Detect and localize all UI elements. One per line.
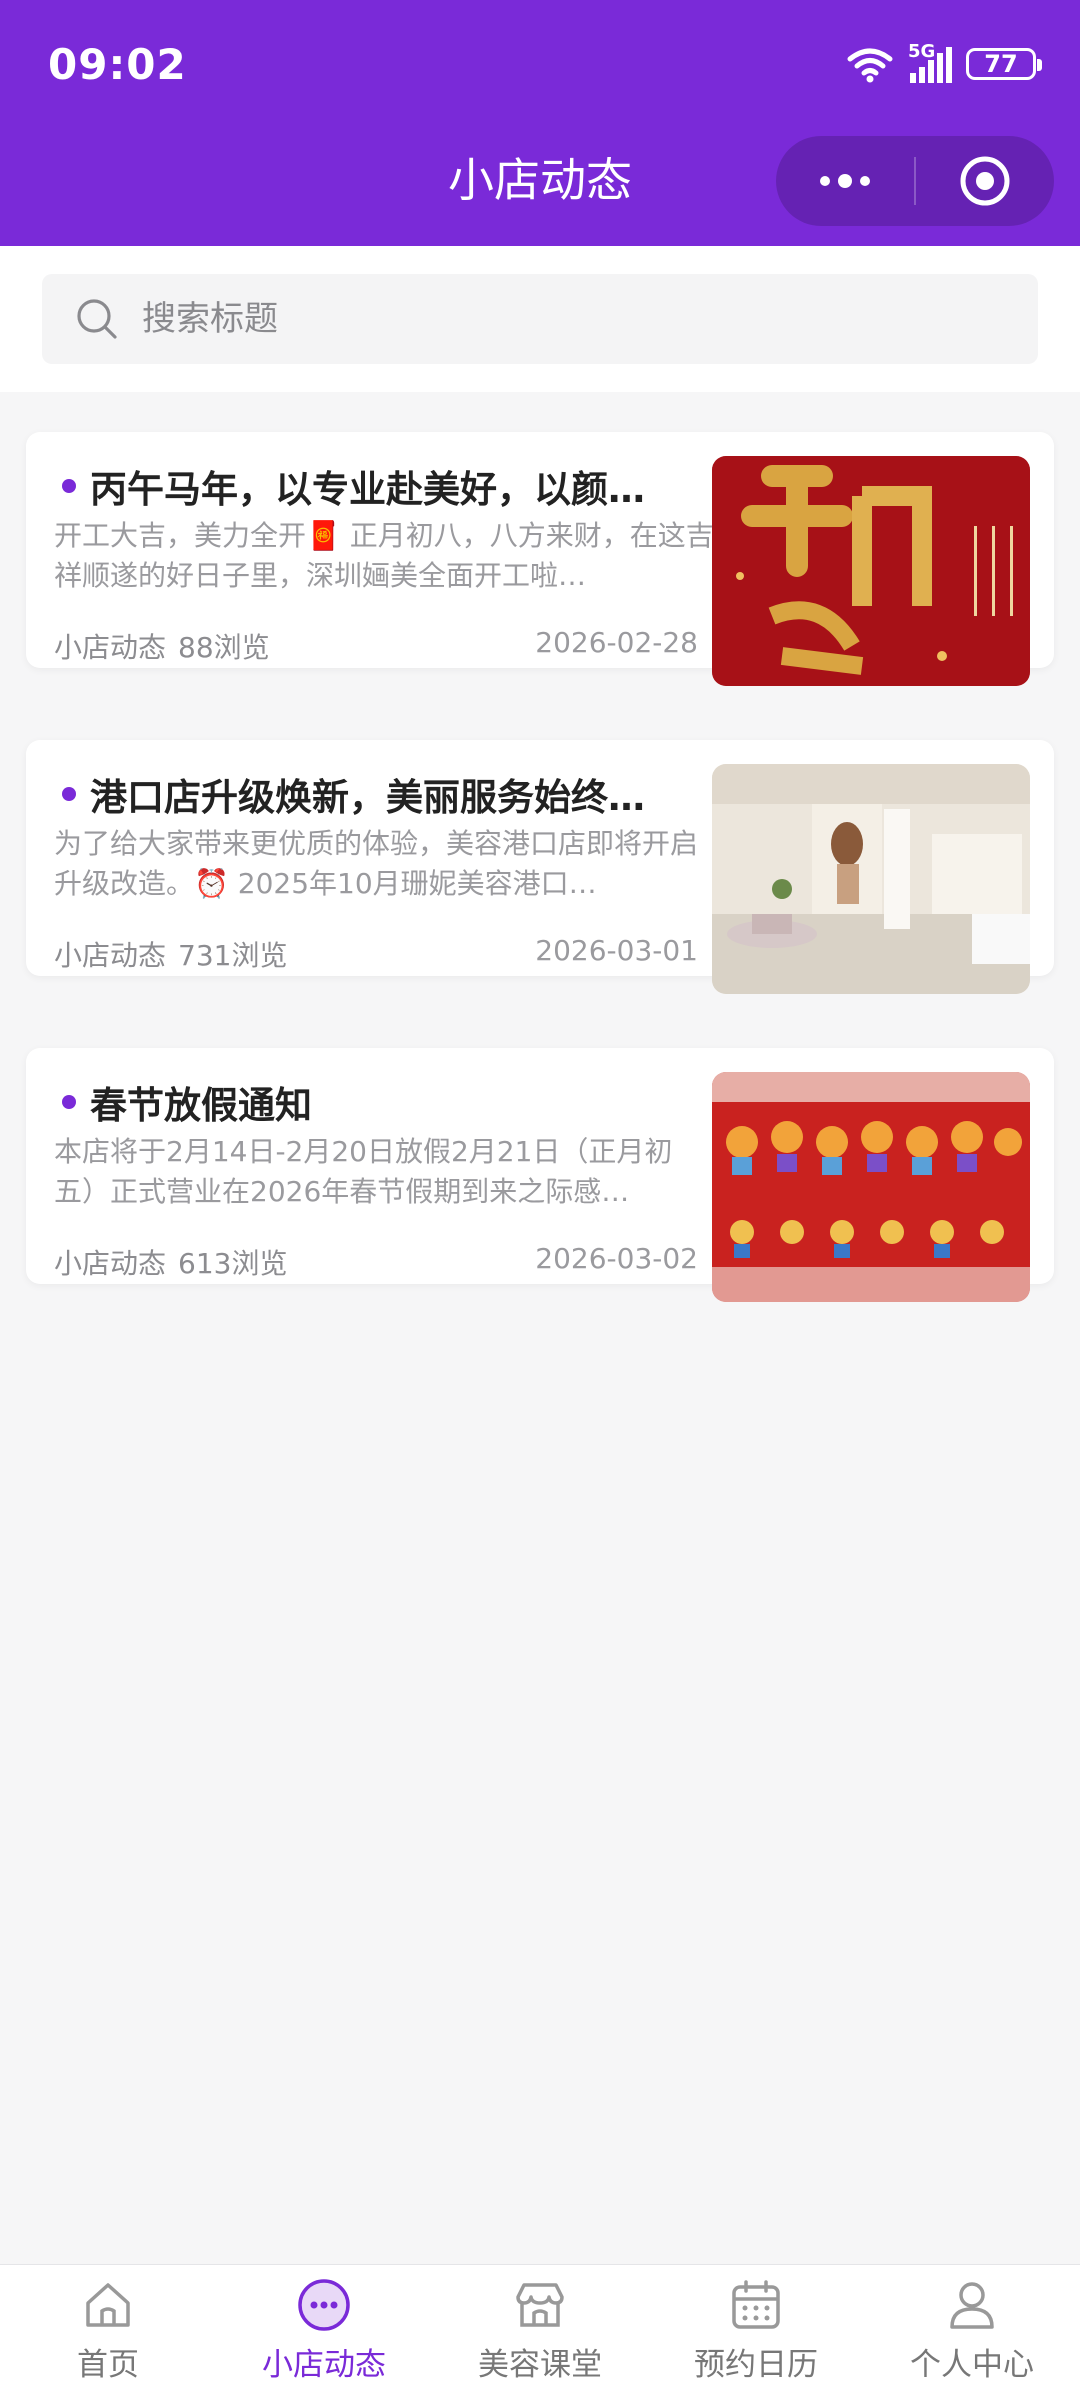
tab-label: 个人中心 [910,2347,1034,2383]
bullet-dot [62,787,76,801]
search-section [0,246,1080,392]
battery-icon: 77 [966,48,1042,80]
article-excerpt: 开工大吉，美力全开🧧 正月初八，八方来财，在这吉祥顺遂的好日子里，深圳婳美全面开… [54,519,714,592]
status-icons: 5G 77 [846,41,1042,84]
target-circle-icon [960,156,1010,206]
article-views: 731浏览 [178,939,288,972]
search-box[interactable] [42,274,1038,364]
store-icon [516,2283,564,2327]
article-views: 88浏览 [178,631,270,664]
article-excerpt: 为了给大家带来更优质的体验，美容港口店即将开启升级改造。⏰ 2025年10月珊妮… [54,827,699,900]
article-card[interactable]: 春节放假通知 本店将于2月14日-2月20日放假2月21日（正月初五）正式营业在… [26,1048,1054,1302]
tab-profile[interactable]: 个人中心 [864,2265,1080,2388]
header-bar: 09:02 5G 77 小店动态 [0,0,1080,246]
more-dots-icon [820,174,870,188]
battery-level: 77 [984,50,1018,78]
tab-beauty-class[interactable]: 美容课堂 [432,2265,648,2388]
tab-label: 预约日历 [694,2347,818,2383]
article-meta: 小店动态 731浏览 [54,934,287,974]
status-time: 09:02 [48,40,187,89]
tab-shop-news[interactable]: 小店动态 [216,2265,432,2388]
tab-label: 小店动态 [262,2347,386,2383]
miniapp-capsule [776,136,1054,226]
article-thumbnail [712,1072,1030,1302]
tab-label: 首页 [77,2347,139,2383]
article-category: 小店动态 [54,631,167,664]
tab-home[interactable]: 首页 [0,2265,216,2388]
article-card[interactable]: 港口店升级焕新，美丽服务始终… 为了给大家带来更优质的体验，美容港口店即将开启升… [26,740,1054,994]
search-icon [77,299,117,339]
article-date: 2026-03-02 [535,1242,698,1275]
wifi-icon [847,48,893,83]
article-title-text: 港口店升级焕新，美丽服务始终… [90,776,645,819]
network-type: 5G [908,41,936,62]
article-title: 港口店升级焕新，美丽服务始终… [62,766,692,822]
article-date: 2026-03-01 [535,934,698,967]
article-thumbnail [712,456,1030,686]
article-excerpt: 本店将于2月14日-2月20日放假2月21日（正月初五）正式营业在2026年春节… [54,1135,673,1208]
bullet-dot [62,1095,76,1109]
article-date: 2026-02-28 [535,626,698,659]
article-title-text: 春节放假通知 [90,1084,312,1127]
search-input[interactable] [140,298,1004,340]
close-miniapp-button[interactable] [916,136,1054,226]
chat-bubble-icon [298,2279,350,2331]
more-options-button[interactable] [776,136,914,226]
article-meta: 小店动态 613浏览 [54,1242,287,1282]
article-category: 小店动态 [54,1247,167,1280]
bottom-tabbar: 首页 小店动态 美容课堂 预约日历 个人中心 [0,2264,1080,2388]
home-icon [86,2283,130,2327]
article-title: 丙午马年，以专业赴美好，以颜… [62,458,692,514]
person-icon [950,2282,994,2329]
article-title: 春节放假通知 [62,1074,692,1130]
article-card[interactable]: 丙午马年，以专业赴美好，以颜… 开工大吉，美力全开🧧 正月初八，八方来财，在这吉… [26,432,1054,686]
calendar-icon [732,2280,780,2329]
article-title-text: 丙午马年，以专业赴美好，以颜… [90,468,645,511]
article-views: 613浏览 [178,1247,288,1280]
tab-label: 美容课堂 [478,2347,602,2383]
signal-5g-icon: 5G [908,41,952,83]
article-category: 小店动态 [54,939,167,972]
tab-booking-calendar[interactable]: 预约日历 [648,2265,864,2388]
article-thumbnail [712,764,1030,994]
article-meta: 小店动态 88浏览 [54,626,270,666]
bullet-dot [62,479,76,493]
